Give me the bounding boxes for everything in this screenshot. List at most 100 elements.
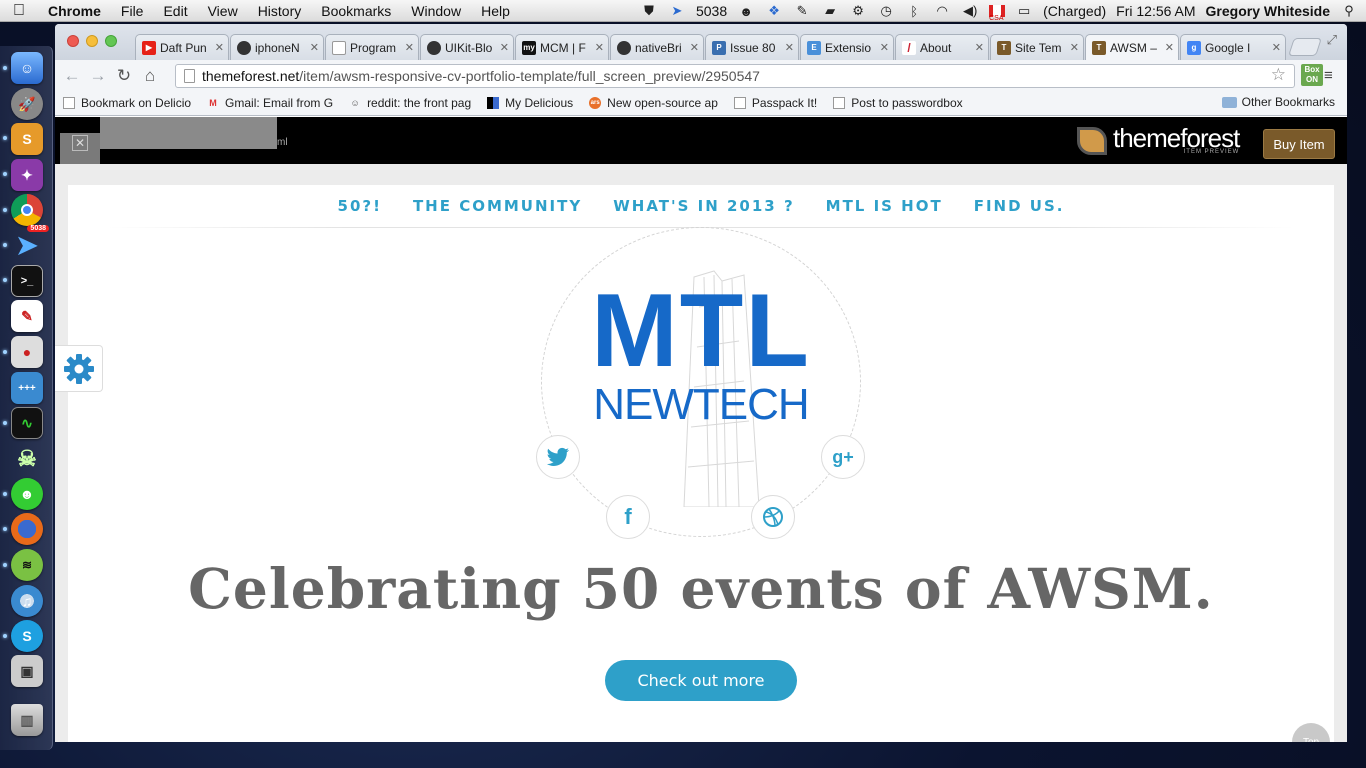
dribbble-icon[interactable] — [751, 495, 795, 539]
menu-file[interactable]: File — [111, 3, 154, 19]
rocket-icon[interactable]: 🚀 — [11, 88, 43, 120]
facebook-icon[interactable]: f — [606, 495, 650, 539]
tab-mcm[interactable]: my MCM | F ✕ — [515, 34, 609, 60]
battery-status[interactable]: (Charged) — [1043, 3, 1106, 19]
sparrow-icon[interactable]: ➤ 5038 — [11, 225, 49, 261]
chrome-menu-icon[interactable]: ≡ — [1324, 67, 1333, 84]
apple-menu-icon[interactable]:  — [0, 2, 38, 20]
settings-panel-toggle[interactable] — [55, 345, 103, 392]
trash-icon[interactable]: ▥ — [11, 704, 43, 736]
calculator-icon[interactable]: +++ — [11, 372, 43, 404]
bookmark-item[interactable]: M Gmail: Email from G — [199, 96, 341, 110]
nav-item-2013[interactable]: WHAT'S IN 2013 ? — [613, 197, 794, 223]
tab-iphonen[interactable]: iphoneN ✕ — [230, 34, 324, 60]
bookmark-item[interactable]: Bookmark on Delicio — [55, 96, 199, 110]
pdf-icon[interactable]: ✎ — [11, 300, 43, 332]
tools-icon[interactable]: ⚙ — [849, 3, 867, 19]
truck-icon[interactable]: ▰ — [821, 3, 839, 19]
screen-recorder-icon[interactable]: ● — [11, 336, 43, 368]
tab-close-icon[interactable]: ✕ — [880, 41, 889, 54]
menu-help[interactable]: Help — [471, 3, 520, 19]
bookmark-star-icon[interactable]: ☆ — [1271, 65, 1286, 85]
shield-icon[interactable]: ⛊ — [640, 3, 658, 19]
tab-close-icon[interactable]: ✕ — [1070, 41, 1079, 54]
tab-close-icon[interactable]: ✕ — [1165, 41, 1174, 54]
themeforest-logo[interactable]: themeforest ITEM PREVIEW — [1077, 125, 1240, 155]
tab-close-icon[interactable]: ✕ — [1272, 41, 1281, 54]
mail-count[interactable]: 5038 — [696, 3, 727, 19]
google-plus-icon[interactable]: g+ — [821, 435, 865, 479]
spotify-icon[interactable]: ≋ — [11, 549, 43, 581]
menu-bookmarks[interactable]: Bookmarks — [311, 3, 401, 19]
finder-icon[interactable]: ☺ — [11, 52, 43, 84]
back-icon[interactable]: ← — [59, 66, 85, 86]
tab-google[interactable]: g Google I ✕ — [1180, 34, 1286, 60]
menu-history[interactable]: History — [248, 3, 312, 19]
terminal-icon[interactable]: >_ — [11, 265, 43, 297]
close-window-button[interactable] — [67, 35, 79, 47]
menu-view[interactable]: View — [198, 3, 248, 19]
battery-icon[interactable]: ▭ — [1015, 3, 1033, 19]
nav-item-community[interactable]: THE COMMUNITY — [413, 197, 582, 223]
user-name[interactable]: Gregory Whiteside — [1206, 3, 1330, 19]
check-out-more-button[interactable]: Check out more — [605, 660, 797, 701]
tab-close-icon[interactable]: ✕ — [595, 41, 604, 54]
tab-awsm-active[interactable]: T AWSM – ✕ — [1085, 34, 1179, 60]
fullscreen-icon[interactable]: ⤢ — [1327, 32, 1337, 48]
bookmark-item[interactable]: My Delicious — [479, 96, 581, 110]
activity-monitor-icon[interactable]: ∿ — [11, 407, 43, 439]
bookmark-item[interactable]: ☺ reddit: the front pag — [341, 96, 479, 110]
bookmark-item[interactable]: ars New open-source ap — [581, 96, 726, 110]
nav-item-mtl-is-hot[interactable]: MTL IS HOT — [826, 197, 943, 223]
back-to-top-button[interactable]: Top — [1292, 723, 1330, 742]
chrome-icon[interactable] — [11, 194, 43, 226]
menu-window[interactable]: Window — [401, 3, 471, 19]
tab-nativebri[interactable]: nativeBri ✕ — [610, 34, 704, 60]
zoom-window-button[interactable] — [105, 35, 117, 47]
spotlight-icon[interactable]: ⚲ — [1340, 3, 1358, 19]
alien-icon[interactable]: ☠ — [11, 443, 43, 475]
sublime-icon[interactable]: S — [11, 123, 43, 155]
volume-icon[interactable]: ◀) — [961, 3, 979, 19]
nav-item-50[interactable]: 50?! — [338, 197, 382, 223]
tab-program[interactable]: Program ✕ — [325, 34, 419, 60]
tab-close-icon[interactable]: ✕ — [310, 41, 319, 54]
firefox-icon[interactable] — [11, 513, 43, 545]
time-machine-icon[interactable]: ◷ — [877, 3, 895, 19]
android-icon[interactable]: ☻ — [11, 478, 43, 510]
skype-icon[interactable]: S — [11, 620, 43, 652]
new-tab-button[interactable] — [1288, 38, 1322, 56]
menu-app-chrome[interactable]: Chrome — [38, 3, 111, 19]
tab-close-icon[interactable]: ✕ — [215, 41, 224, 54]
wifi-icon[interactable]: ◠ — [933, 3, 951, 19]
tab-close-icon[interactable]: ✕ — [785, 41, 794, 54]
tab-issue-80[interactable]: P Issue 80 ✕ — [705, 34, 799, 60]
preview-icon[interactable]: ▣ — [11, 655, 43, 687]
tab-close-icon[interactable]: ✕ — [405, 41, 414, 54]
clock[interactable]: Fri 12:56 AM — [1116, 3, 1195, 19]
menu-edit[interactable]: Edit — [153, 3, 197, 19]
reload-icon[interactable]: ↻ — [111, 66, 137, 86]
other-bookmarks[interactable]: Other Bookmarks — [1221, 95, 1335, 109]
tab-close-icon[interactable]: ✕ — [500, 41, 509, 54]
forward-icon[interactable]: → — [85, 66, 111, 86]
tab-daft-punk[interactable]: ▶ Daft Pun ✕ — [135, 34, 229, 60]
nav-item-find-us[interactable]: FIND US. — [974, 197, 1065, 223]
twitter-icon[interactable] — [536, 435, 580, 479]
tab-uikit-blo[interactable]: UIKit-Blo ✕ — [420, 34, 514, 60]
bookmark-item[interactable]: Post to passwordbox — [825, 96, 970, 110]
minimize-window-button[interactable] — [86, 35, 98, 47]
bookmark-item[interactable]: Passpack It! — [726, 96, 825, 110]
address-bar[interactable]: themeforest.net/item/awsm-responsive-cv-… — [175, 64, 1295, 88]
bluetooth-icon[interactable]: ᛒ — [905, 3, 923, 19]
buy-item-button[interactable]: Buy Item — [1263, 129, 1335, 159]
tab-about[interactable]: / About ✕ — [895, 34, 989, 60]
tab-extensions[interactable]: E Extensio ✕ — [800, 34, 894, 60]
sparrow-status-icon[interactable]: ➤ — [668, 3, 686, 19]
box-extension-icon[interactable]: Box ON — [1301, 64, 1323, 86]
alien-status-icon[interactable]: ☻ — [737, 3, 755, 19]
tab-close-icon[interactable]: ✕ — [690, 41, 699, 54]
dropbox-icon[interactable]: ❖ — [765, 3, 783, 19]
tab-close-icon[interactable]: ✕ — [975, 41, 984, 54]
evernote-icon[interactable]: ✎ — [793, 3, 811, 19]
